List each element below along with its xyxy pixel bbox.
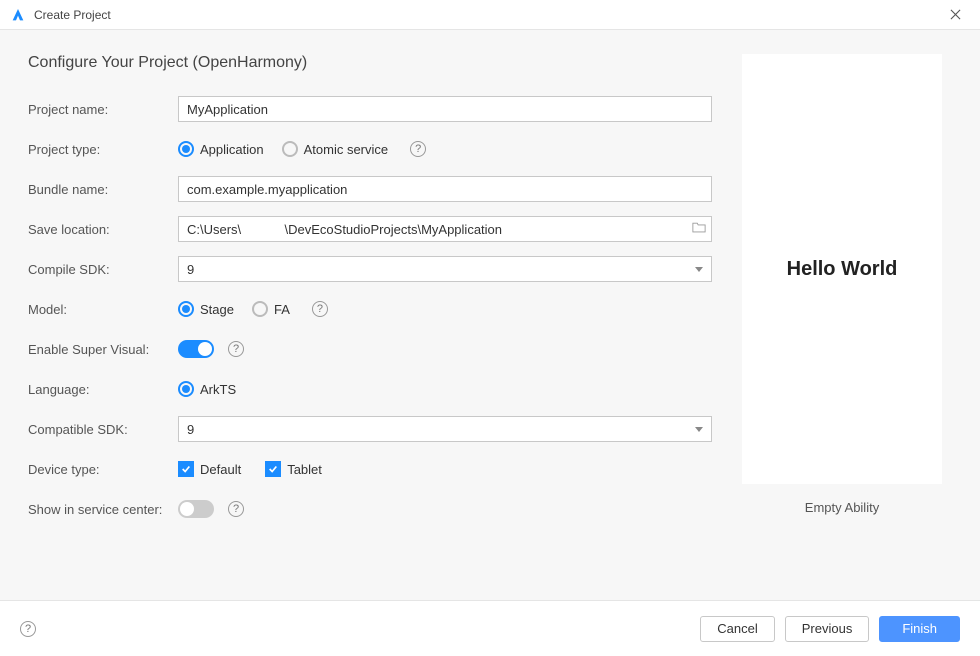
label-save-location: Save location:: [28, 222, 178, 237]
label-project-name: Project name:: [28, 102, 178, 117]
help-button[interactable]: ?: [20, 621, 36, 637]
label-device-type: Device type:: [28, 462, 178, 477]
preview-text: Hello World: [787, 258, 898, 281]
project-name-input[interactable]: [178, 96, 712, 122]
toggle-service-center[interactable]: [178, 500, 214, 518]
label-enable-super-visual: Enable Super Visual:: [28, 342, 178, 357]
help-icon-project-type[interactable]: ?: [410, 141, 426, 157]
content-area: Configure Your Project (OpenHarmony) Pro…: [0, 30, 980, 600]
radio-fa[interactable]: FA: [252, 301, 290, 317]
cancel-button[interactable]: Cancel: [700, 616, 774, 642]
save-location-input[interactable]: [178, 216, 712, 242]
radio-application-label: Application: [200, 142, 264, 157]
radio-arkts[interactable]: ArkTS: [178, 381, 236, 397]
template-name: Empty Ability: [805, 500, 879, 515]
toggle-super-visual[interactable]: [178, 340, 214, 358]
checkbox-default[interactable]: Default: [178, 461, 241, 477]
window-close-button[interactable]: [940, 0, 970, 30]
form-column: Configure Your Project (OpenHarmony) Pro…: [28, 54, 712, 576]
check-icon: [181, 464, 191, 474]
radio-atomic-service[interactable]: Atomic service: [282, 141, 389, 157]
help-icon-service-center[interactable]: ?: [228, 501, 244, 517]
label-bundle-name: Bundle name:: [28, 182, 178, 197]
label-compatible-sdk: Compatible SDK:: [28, 422, 178, 437]
label-model: Model:: [28, 302, 178, 317]
radio-stage[interactable]: Stage: [178, 301, 234, 317]
label-language: Language:: [28, 382, 178, 397]
checkbox-tablet[interactable]: Tablet: [265, 461, 322, 477]
compile-sdk-value: 9: [187, 262, 194, 277]
folder-icon: [692, 221, 706, 235]
checkbox-tablet-label: Tablet: [287, 462, 322, 477]
footer-bar: ? Cancel Previous Finish: [0, 600, 980, 656]
close-icon: [950, 9, 961, 20]
page-heading: Configure Your Project (OpenHarmony): [28, 54, 712, 72]
previous-button[interactable]: Previous: [785, 616, 870, 642]
window-title: Create Project: [34, 8, 111, 22]
app-logo-icon: [10, 7, 26, 23]
radio-application[interactable]: Application: [178, 141, 264, 157]
radio-atomic-service-label: Atomic service: [304, 142, 389, 157]
label-show-in-service-center: Show in service center:: [28, 502, 178, 517]
compatible-sdk-select[interactable]: 9: [178, 416, 712, 442]
bundle-name-input[interactable]: [178, 176, 712, 202]
help-icon-model[interactable]: ?: [312, 301, 328, 317]
label-project-type: Project type:: [28, 142, 178, 157]
titlebar: Create Project: [0, 0, 980, 30]
template-preview: Hello World: [742, 54, 942, 484]
radio-stage-label: Stage: [200, 302, 234, 317]
finish-button[interactable]: Finish: [879, 616, 960, 642]
compatible-sdk-value: 9: [187, 422, 194, 437]
check-icon: [268, 464, 278, 474]
help-icon-super-visual[interactable]: ?: [228, 341, 244, 357]
chevron-down-icon: [695, 427, 703, 432]
radio-fa-label: FA: [274, 302, 290, 317]
preview-column: Hello World Empty Ability: [732, 54, 952, 576]
chevron-down-icon: [695, 267, 703, 272]
browse-folder-button[interactable]: [692, 221, 706, 238]
checkbox-default-label: Default: [200, 462, 241, 477]
label-compile-sdk: Compile SDK:: [28, 262, 178, 277]
radio-arkts-label: ArkTS: [200, 382, 236, 397]
compile-sdk-select[interactable]: 9: [178, 256, 712, 282]
